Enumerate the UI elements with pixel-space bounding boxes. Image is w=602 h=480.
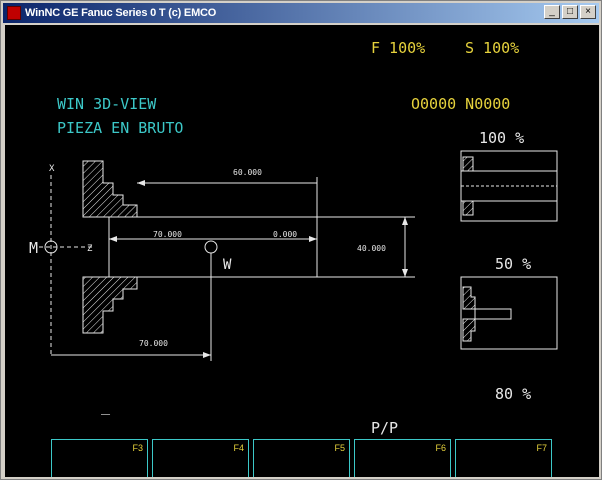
cnc-screen: F 100% S 100% WIN 3D-VIEW PIEZA EN BRUTO…	[5, 25, 599, 477]
softkey-f6-label: F6	[435, 443, 446, 453]
dim-face-label: 0.000	[273, 230, 297, 239]
workpiece-zero-label: W	[223, 257, 232, 273]
arrow-left-icon	[109, 236, 117, 242]
softkey-f7-label: F7	[536, 443, 547, 453]
dim-overhang-label: 70.000	[153, 230, 182, 239]
arrow-down-icon	[402, 269, 408, 277]
dim-length-label: 60.000	[233, 168, 262, 177]
preview-50-chuck-lower	[462, 318, 476, 342]
page-indicator: P/P	[371, 419, 399, 437]
softkey-bar: F3 F4 F5 F6 F7	[51, 439, 552, 477]
close-button[interactable]: ×	[580, 5, 596, 19]
arrow-right-icon	[309, 236, 317, 242]
softkey-f6[interactable]: F6	[354, 439, 451, 477]
preview-100-chuck-lower	[462, 200, 474, 216]
app-icon	[7, 6, 21, 20]
preview-50-chuck-upper	[462, 286, 476, 310]
machine-zero-label: M	[29, 239, 38, 257]
chuck-jaw-upper	[82, 160, 138, 218]
workpiece-blank	[108, 216, 318, 278]
title-bar[interactable]: WinNC GE Fanuc Series 0 T (c) EMCO _ □ ×	[3, 3, 599, 23]
maximize-button[interactable]: □	[562, 5, 578, 19]
softkey-f3[interactable]: F3	[51, 439, 148, 477]
softkey-f5[interactable]: F5	[253, 439, 350, 477]
dim-total-label: 70.000	[139, 339, 168, 348]
dim-diameter-label: 40.000	[357, 244, 386, 253]
arrow-up-icon	[402, 217, 408, 225]
x-axis-label: X	[49, 164, 55, 174]
input-cursor: _	[101, 397, 111, 415]
softkey-f4[interactable]: F4	[152, 439, 249, 477]
z-axis-label: Z	[87, 244, 93, 254]
preview-100-chuck-upper	[462, 156, 474, 172]
window-title: WinNC GE Fanuc Series 0 T (c) EMCO	[25, 7, 217, 19]
minimize-button[interactable]: _	[544, 5, 560, 19]
workpiece-zero-icon	[204, 240, 218, 254]
arrow-right-icon	[203, 352, 211, 358]
softkey-f3-label: F3	[132, 443, 143, 453]
chuck-jaw-lower	[82, 276, 138, 334]
app-window: WinNC GE Fanuc Series 0 T (c) EMCO _ □ ×…	[0, 0, 602, 480]
softkey-f7[interactable]: F7	[455, 439, 552, 477]
arrow-left-icon	[137, 180, 145, 186]
softkey-f5-label: F5	[334, 443, 345, 453]
preview-50-part	[474, 308, 512, 320]
softkey-f4-label: F4	[233, 443, 244, 453]
workpiece-drawing: X Z M W 60.000 70.000 0.000 40.000 70.00…	[29, 150, 558, 361]
